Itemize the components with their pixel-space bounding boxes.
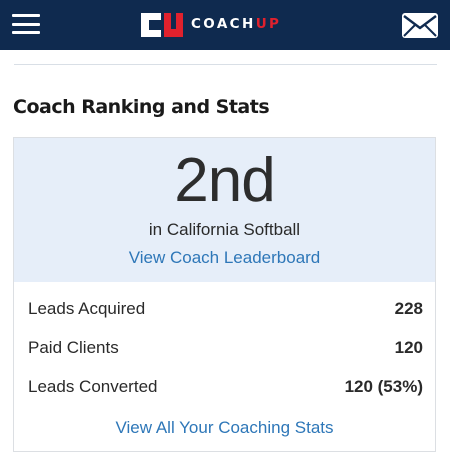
menu-line	[12, 22, 40, 26]
stat-value: 120 (53%)	[344, 377, 423, 396]
logo-wordmark: COACHUP	[191, 18, 281, 32]
top-nav-bar: COACHUP	[0, 0, 450, 50]
menu-line	[12, 31, 40, 34]
hamburger-menu-icon[interactable]	[12, 12, 40, 36]
rank-context: in California Softball	[148, 220, 301, 239]
section-divider	[14, 64, 437, 65]
stat-label: Leads Acquired	[28, 299, 146, 318]
ranking-hero: 2nd in California Softball View Coach Le…	[14, 138, 435, 282]
logo-word-coach: COACH	[191, 16, 256, 33]
view-leaderboard-link[interactable]: View Coach Leaderboard	[14, 248, 435, 268]
section-title: Coach Ranking and Stats	[13, 96, 270, 118]
stat-row-leads-acquired: Leads Acquired 228	[28, 298, 423, 320]
envelope-icon[interactable]	[402, 13, 438, 38]
stat-value: 228	[394, 299, 423, 318]
stat-label: Leads Converted	[28, 377, 158, 396]
stat-label: Paid Clients	[28, 338, 119, 357]
logo-word-up: UP	[255, 16, 282, 33]
cu-logo-mark-icon	[141, 13, 183, 37]
view-all-stats-link[interactable]: View All Your Coaching Stats	[14, 417, 435, 439]
stat-value: 120	[394, 338, 423, 357]
stat-row-leads-converted: Leads Converted 120 (53%)	[28, 376, 423, 398]
rank-value: 2nd	[174, 146, 275, 215]
coachup-logo[interactable]: COACHUP	[139, 10, 281, 40]
ranking-stats-card: 2nd in California Softball View Coach Le…	[13, 137, 436, 452]
stat-row-paid-clients: Paid Clients 120	[28, 337, 423, 359]
menu-line	[12, 14, 40, 17]
